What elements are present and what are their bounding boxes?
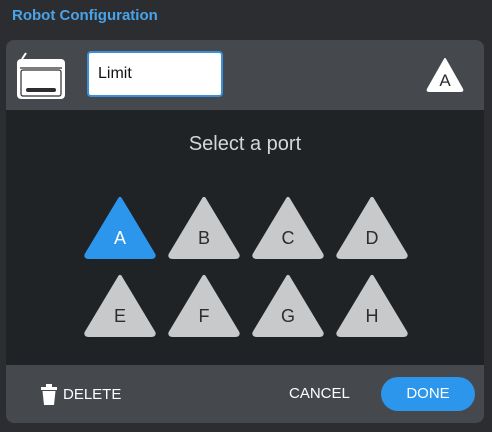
port-option-h[interactable]: H: [336, 274, 408, 338]
port-label: H: [366, 306, 379, 326]
select-port-prompt: Select a port: [188, 133, 302, 155]
port-label: F: [199, 306, 210, 326]
port-label: E: [114, 306, 126, 326]
port-label: G: [281, 306, 295, 326]
delete-button[interactable]: DELETE: [40, 382, 121, 406]
port-label: B: [198, 228, 210, 248]
port-option-d[interactable]: D: [336, 196, 408, 260]
port-option-c[interactable]: C: [252, 196, 324, 260]
current-port-badge: A: [426, 58, 464, 92]
port-label: A: [114, 228, 126, 248]
done-button[interactable]: DONE: [381, 377, 475, 411]
device-name-input[interactable]: [87, 51, 223, 97]
port-label: C: [282, 228, 295, 248]
port-option-g[interactable]: G: [252, 274, 324, 338]
delete-label: DELETE: [63, 385, 122, 403]
trash-icon: [41, 383, 57, 405]
current-port-label: A: [439, 71, 451, 90]
port-option-a[interactable]: A: [84, 196, 156, 260]
port-option-f[interactable]: F: [168, 274, 240, 338]
port-config-dialog: A Select a port A B C D E F G H DELETE CANCEL D…: [6, 40, 484, 423]
dialog-footer: DELETE CANCEL DONE: [6, 365, 484, 423]
window-title: Robot Configuration: [12, 7, 158, 24]
dialog-header: A: [6, 40, 484, 110]
title-bar: Robot Configuration: [0, 0, 492, 31]
port-option-e[interactable]: E: [84, 274, 156, 338]
cancel-button[interactable]: CANCEL: [289, 385, 350, 402]
robot-brain-icon: [17, 52, 65, 99]
port-option-b[interactable]: B: [168, 196, 240, 260]
port-label: D: [366, 228, 379, 248]
